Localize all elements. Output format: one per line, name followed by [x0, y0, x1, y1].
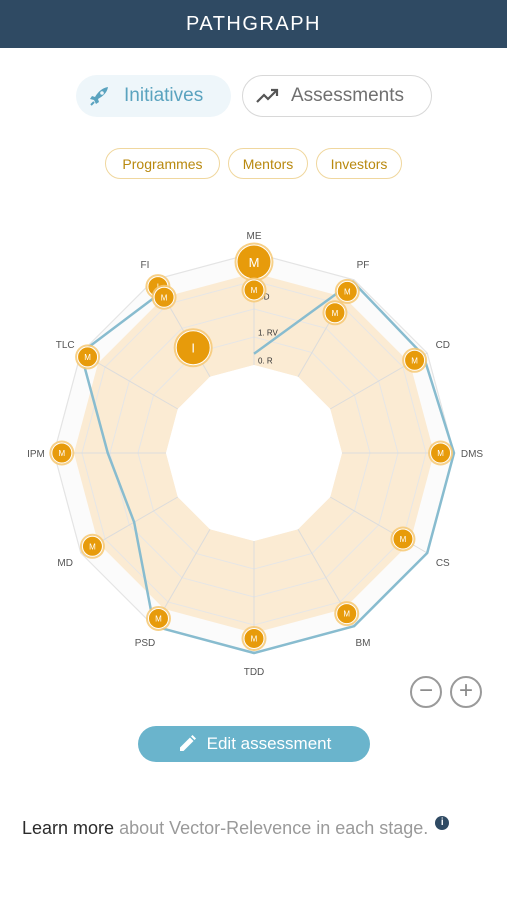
marker-label: M: [437, 449, 444, 458]
marker-label: M: [249, 255, 260, 270]
marker-label: M: [84, 353, 91, 362]
tab-assessments-label: Assessments: [291, 85, 404, 106]
axis-label-psd: PSD: [135, 638, 156, 649]
edit-assessment-button[interactable]: Edit assessment: [138, 726, 370, 762]
marker-label: M: [343, 610, 350, 619]
axis-label-dms: DMS: [461, 449, 484, 460]
axis-label-cs: CS: [436, 558, 450, 569]
axis-label-cd: CD: [436, 340, 450, 351]
edit-assessment-label: Edit assessment: [206, 734, 332, 753]
level-label: 0. R: [258, 356, 273, 365]
axis-label-ipm: IPM: [27, 449, 45, 460]
marker-label: M: [332, 309, 339, 318]
learn-more-link[interactable]: Learn more: [22, 818, 114, 838]
rocket-icon: [90, 87, 108, 106]
marker-label: M: [59, 449, 66, 458]
level-label: 1. RV: [258, 328, 279, 337]
filter-investors[interactable]: Investors: [316, 148, 402, 179]
learn-more-rest: about Vector-Relevence in each stage.: [119, 818, 429, 838]
marker-label: M: [161, 293, 168, 302]
info-icon[interactable]: i: [435, 816, 450, 830]
axis-label-md: MD: [57, 558, 73, 569]
axis-label-fi: FI: [141, 260, 150, 271]
learn-more-text: Learn more about Vector-Relevence in eac…: [22, 812, 462, 845]
tab-initiatives-label: Initiatives: [124, 85, 204, 106]
pencil-icon: [179, 735, 196, 751]
filter-mentors[interactable]: Mentors: [228, 148, 308, 179]
axis-label-me: ME: [247, 231, 262, 242]
marker-label: M: [251, 634, 258, 643]
axis-label-tdd: TDD: [244, 667, 265, 678]
trend-line-icon: [256, 88, 279, 103]
marker-label: M: [251, 286, 258, 295]
tab-assessments[interactable]: Assessments: [242, 75, 432, 117]
tab-initiatives[interactable]: Initiatives: [76, 75, 231, 117]
app-title: PATHGRAPH: [186, 12, 321, 35]
axis-label-pf: PF: [357, 260, 370, 271]
marker-label: M: [344, 287, 351, 296]
app-header: PATHGRAPH: [0, 0, 507, 48]
marker-label: M: [400, 535, 407, 544]
marker-label: M: [155, 614, 162, 623]
marker-label: M: [411, 356, 418, 365]
marker-label: M: [89, 542, 96, 551]
axis-label-tlc: TLC: [56, 340, 75, 351]
zoom-in-button[interactable]: +: [450, 676, 482, 708]
filter-programmes[interactable]: Programmes: [105, 148, 220, 179]
marker-label: I: [191, 341, 195, 356]
zoom-out-button[interactable]: −: [410, 676, 442, 708]
axis-label-bm: BM: [356, 638, 371, 649]
pathgraph-radar[interactable]: MEPFCDDMSCSBMTDDPSDMDIPMTLCFI0. R1. RVCD…: [0, 200, 507, 700]
